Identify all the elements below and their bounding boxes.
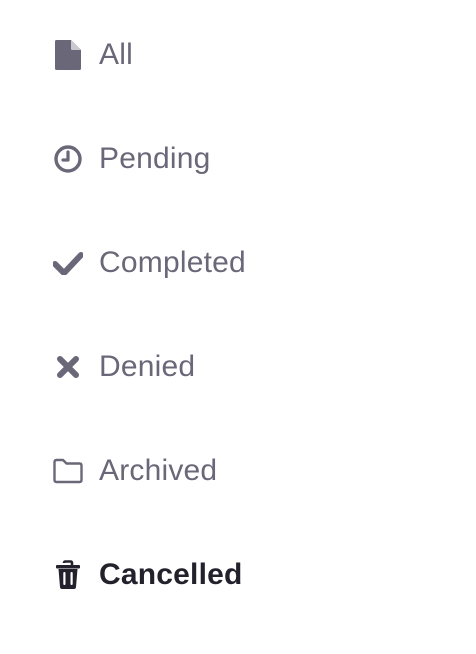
- filter-label-cancelled: Cancelled: [99, 558, 243, 591]
- clock-icon: [52, 143, 84, 175]
- filter-item-all[interactable]: All: [52, 35, 133, 75]
- trash-icon: [52, 559, 84, 591]
- filter-label-all: All: [99, 38, 133, 71]
- filter-label-pending: Pending: [99, 142, 211, 175]
- filter-label-completed: Completed: [99, 246, 246, 279]
- document-icon: [52, 39, 84, 71]
- filter-item-denied[interactable]: Denied: [52, 347, 195, 387]
- checkmark-icon: [52, 247, 84, 279]
- filter-item-pending[interactable]: Pending: [52, 139, 211, 179]
- filter-item-completed[interactable]: Completed: [52, 243, 246, 283]
- close-icon: [52, 351, 84, 383]
- status-filter-list: All Pending Completed Denied Archived Ca…: [0, 0, 476, 654]
- filter-label-archived: Archived: [99, 454, 218, 487]
- filter-item-archived[interactable]: Archived: [52, 451, 217, 491]
- folder-icon: [52, 455, 84, 487]
- filter-item-cancelled[interactable]: Cancelled: [52, 555, 243, 595]
- filter-label-denied: Denied: [99, 350, 196, 383]
